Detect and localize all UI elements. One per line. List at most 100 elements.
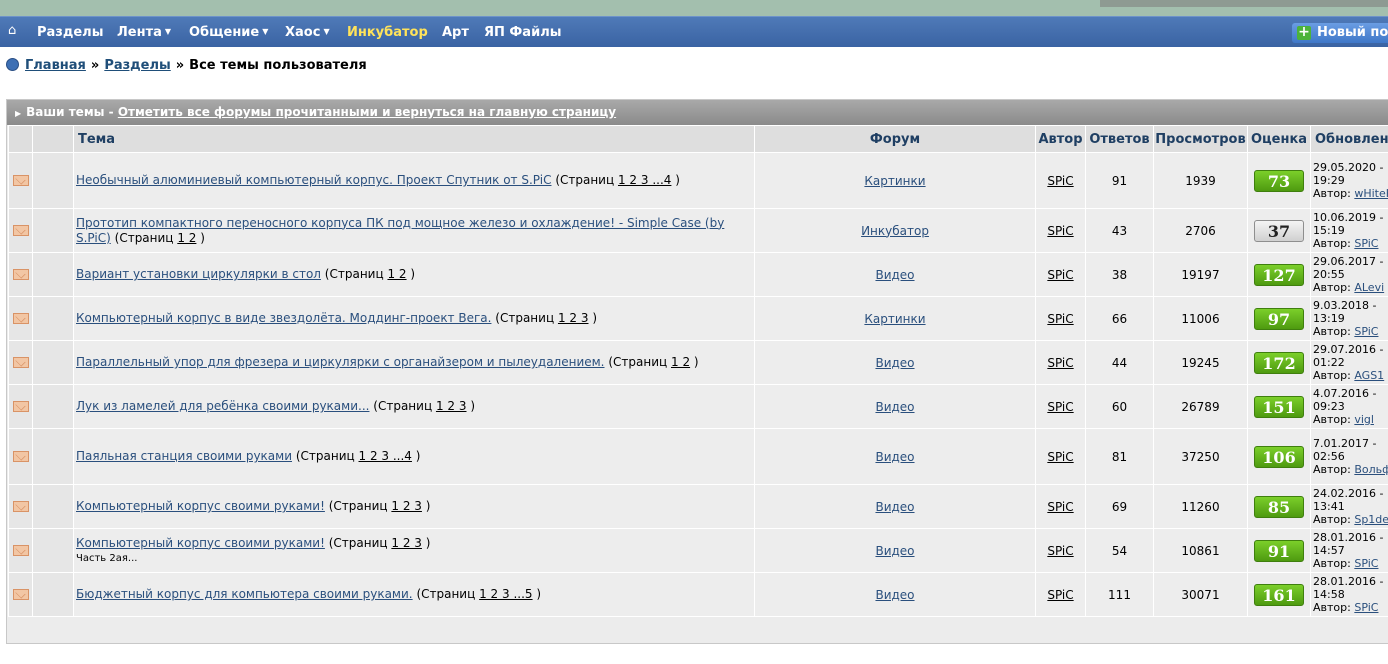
header-replies[interactable]: Ответов bbox=[1085, 125, 1154, 153]
rating-badge[interactable]: 73 bbox=[1254, 169, 1304, 192]
rating-badge[interactable]: 85 bbox=[1254, 495, 1304, 518]
author-cell: SPiC bbox=[1035, 252, 1086, 297]
forum-link[interactable]: Видео bbox=[875, 400, 914, 414]
pages-link[interactable]: 1 2 bbox=[671, 355, 690, 369]
nav-sections[interactable]: Разделы bbox=[37, 25, 103, 40]
author-link[interactable]: SPiC bbox=[1047, 500, 1073, 514]
replies-count: 69 bbox=[1085, 484, 1154, 529]
forum-cell: Инкубатор bbox=[754, 208, 1036, 253]
last-update-cell: 9.03.2018 -13:19 Автор: SPiC bbox=[1310, 296, 1388, 341]
mark-all-read-link[interactable]: Отметить все форумы прочитанными и верну… bbox=[118, 105, 616, 119]
pages-link[interactable]: 1 2 3 bbox=[391, 499, 422, 513]
author-link[interactable]: SPiC bbox=[1047, 224, 1073, 238]
topic-title-link[interactable]: Лук из ламелей для ребёнка своими руками… bbox=[76, 399, 369, 413]
topic-title-link[interactable]: Компьютерный корпус в виде звездолёта. М… bbox=[76, 311, 491, 325]
topic-pages: (Страниц 1 2 3 ...5 ) bbox=[416, 587, 541, 601]
nav-art[interactable]: Арт bbox=[442, 25, 469, 40]
update-author-link[interactable]: SPiC bbox=[1354, 601, 1378, 614]
forum-link[interactable]: Инкубатор bbox=[861, 224, 929, 238]
rating-badge[interactable]: 37 bbox=[1254, 219, 1304, 242]
pages-link[interactable]: 1 2 3 bbox=[558, 311, 589, 325]
row-status-cell bbox=[8, 384, 33, 429]
forum-link[interactable]: Видео bbox=[875, 544, 914, 558]
pages-link[interactable]: 1 2 bbox=[387, 267, 406, 281]
topic-title-link[interactable]: Бюджетный корпус для компьютера своими р… bbox=[76, 587, 413, 601]
update-author-link[interactable]: vigl bbox=[1354, 413, 1374, 426]
update-author-link[interactable]: SPiC bbox=[1354, 325, 1378, 338]
update-author-link[interactable]: AGS1 bbox=[1354, 369, 1384, 382]
pages-link[interactable]: 1 2 3 ...4 bbox=[359, 449, 412, 463]
topic-title-link[interactable]: Необычный алюминиевый компьютерный корпу… bbox=[76, 173, 551, 187]
update-author-link[interactable]: ALevi bbox=[1354, 281, 1384, 294]
main-navbar: ⌂ Разделы Лента ▼ Общение ▼ Хаос ▼ Инкубато… bbox=[0, 16, 1388, 47]
topic-title-link[interactable]: Компьютерный корпус своими руками! bbox=[76, 536, 325, 550]
topics-table: Тема Форум Автор Ответов Просмотров Оцен… bbox=[8, 125, 1388, 617]
update-author-label: Автор: bbox=[1313, 557, 1351, 570]
forum-link[interactable]: Видео bbox=[875, 500, 914, 514]
author-link[interactable]: SPiC bbox=[1047, 588, 1073, 602]
rating-badge[interactable]: 172 bbox=[1254, 351, 1304, 374]
forum-link[interactable]: Видео bbox=[875, 450, 914, 464]
nav-chaos[interactable]: Хаос ▼ bbox=[285, 25, 330, 40]
update-author-link[interactable]: Вольфрамыч bbox=[1354, 463, 1388, 476]
pages-link[interactable]: 1 2 3 bbox=[391, 536, 422, 550]
nav-files[interactable]: ЯП Файлы bbox=[484, 25, 561, 40]
pages-link[interactable]: 1 2 3 ...4 bbox=[618, 173, 671, 187]
nav-label: ЯП Файлы bbox=[484, 25, 562, 40]
breadcrumb-separator: » bbox=[90, 58, 100, 73]
update-author-link[interactable]: SPiC bbox=[1354, 237, 1378, 250]
header-rating[interactable]: Оценка bbox=[1247, 125, 1311, 153]
author-link[interactable]: SPiC bbox=[1047, 450, 1073, 464]
rating-badge[interactable]: 97 bbox=[1254, 307, 1304, 330]
rating-badge[interactable]: 161 bbox=[1254, 583, 1304, 606]
forum-link[interactable]: Видео bbox=[875, 588, 914, 602]
forum-link[interactable]: Картинки bbox=[864, 312, 925, 326]
new-topic-button[interactable]: + Новый по bbox=[1292, 23, 1388, 43]
rating-badge[interactable]: 127 bbox=[1254, 263, 1304, 286]
forum-link[interactable]: Видео bbox=[875, 356, 914, 370]
author-link[interactable]: SPiC bbox=[1047, 400, 1073, 414]
update-author-link[interactable]: Sp1de bbox=[1354, 513, 1388, 526]
rating-badge[interactable]: 106 bbox=[1254, 445, 1304, 468]
pages-link[interactable]: 1 2 3 ...5 bbox=[479, 587, 532, 601]
header-forum[interactable]: Форум bbox=[754, 125, 1036, 153]
nav-feed[interactable]: Лента ▼ bbox=[117, 25, 171, 40]
author-link[interactable]: SPiC bbox=[1047, 268, 1073, 282]
topic-title-link[interactable]: Компьютерный корпус своими руками! bbox=[76, 499, 325, 513]
table-row: Паяльная станция своими руками (Страниц … bbox=[8, 428, 1388, 485]
rating-cell: 37 bbox=[1247, 208, 1311, 253]
nav-label: Инкубатор bbox=[347, 25, 428, 40]
update-date: 24.02.2016 - bbox=[1313, 487, 1384, 500]
arrow-right-icon: ▶ bbox=[15, 109, 22, 118]
home-icon[interactable]: ⌂ bbox=[8, 24, 22, 38]
pages-link[interactable]: 1 2 3 bbox=[436, 399, 467, 413]
rating-badge[interactable]: 91 bbox=[1254, 539, 1304, 562]
author-link[interactable]: SPiC bbox=[1047, 312, 1073, 326]
breadcrumb-home-link[interactable]: Главная bbox=[25, 58, 86, 73]
header-updated[interactable]: Обновлен bbox=[1310, 125, 1388, 153]
forum-link[interactable]: Видео bbox=[875, 268, 914, 282]
views-count: 26789 bbox=[1153, 384, 1248, 429]
breadcrumb-sections-link[interactable]: Разделы bbox=[104, 58, 170, 73]
pages-link[interactable]: 1 2 bbox=[177, 231, 196, 245]
pages-label: (Страниц bbox=[373, 399, 433, 413]
top-strip-dark bbox=[1100, 0, 1388, 7]
row-icon-cell bbox=[32, 296, 74, 341]
header-topic[interactable]: Тема bbox=[73, 125, 755, 153]
author-link[interactable]: SPiC bbox=[1047, 174, 1073, 188]
update-author-link[interactable]: SPiC bbox=[1354, 557, 1378, 570]
topic-title-link[interactable]: Вариант установки циркулярки в стол bbox=[76, 267, 321, 281]
new-topic-label: Новый по bbox=[1317, 25, 1388, 40]
topic-title-link[interactable]: Паяльная станция своими руками bbox=[76, 449, 292, 463]
author-link[interactable]: SPiC bbox=[1047, 544, 1073, 558]
nav-communication[interactable]: Общение ▼ bbox=[189, 25, 268, 40]
update-author-label: Автор: bbox=[1313, 369, 1351, 382]
topic-title-link[interactable]: Параллельный упор для фрезера и циркуляр… bbox=[76, 355, 605, 369]
author-link[interactable]: SPiC bbox=[1047, 356, 1073, 370]
header-views[interactable]: Просмотров bbox=[1153, 125, 1248, 153]
forum-link[interactable]: Картинки bbox=[864, 174, 925, 188]
nav-incubator[interactable]: Инкубатор bbox=[347, 25, 428, 40]
update-author-link[interactable]: wHiteHands bbox=[1354, 187, 1388, 200]
rating-badge[interactable]: 151 bbox=[1254, 395, 1304, 418]
header-author[interactable]: Автор bbox=[1035, 125, 1086, 153]
